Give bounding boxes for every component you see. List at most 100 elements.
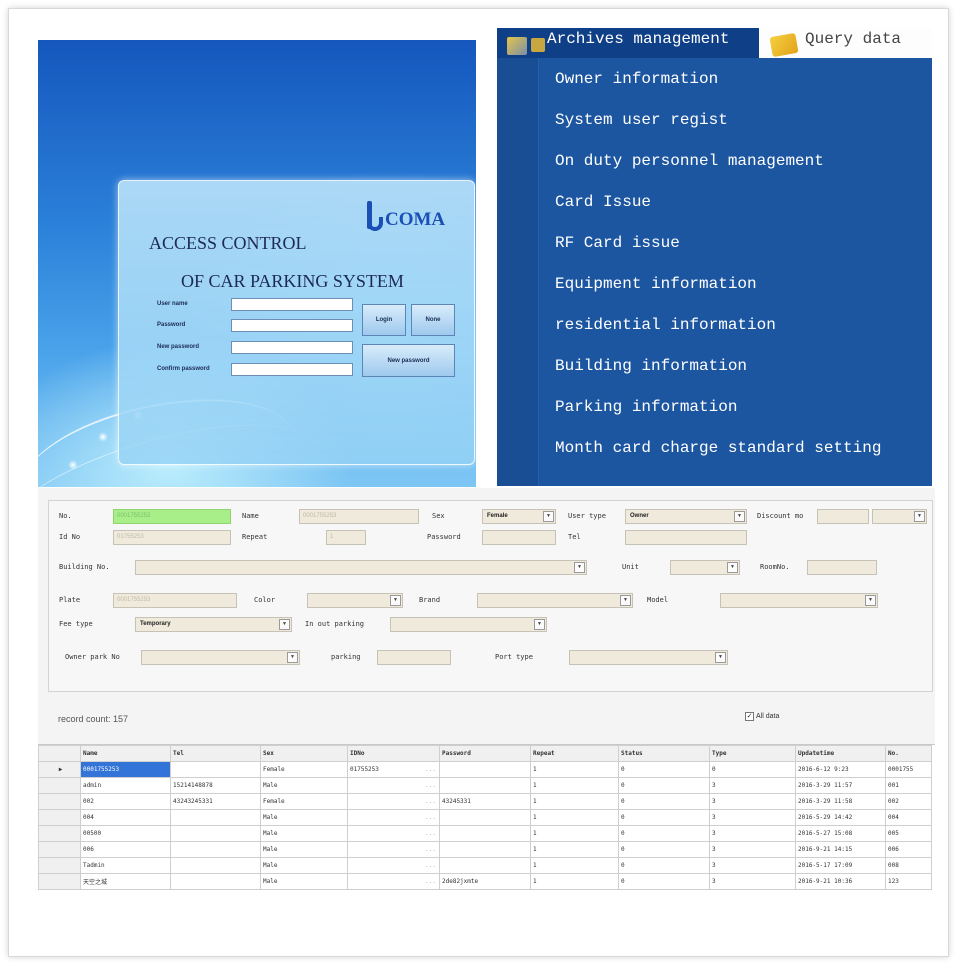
column-header[interactable]: Tel <box>170 745 261 762</box>
model-select[interactable]: ▼ <box>720 593 878 608</box>
table-cell[interactable]: Male <box>260 809 348 826</box>
table-cell[interactable]: 005 <box>885 825 932 842</box>
owner-park-no-select[interactable]: ▼ <box>141 650 300 665</box>
menu-item-building-information[interactable]: Building information <box>555 357 881 398</box>
ellipsis-icon[interactable]: ... <box>425 878 436 885</box>
ellipsis-icon[interactable]: ... <box>425 766 436 773</box>
table-cell[interactable]: 1 <box>530 857 619 874</box>
table-cell[interactable]: 0001755 <box>885 761 932 778</box>
row-header[interactable] <box>38 809 81 826</box>
table-row[interactable]: Tadmin Male... 1 0 3 2016-5-17 17:09 008 <box>38 857 932 874</box>
table-cell[interactable]: 01755253... <box>347 761 440 778</box>
column-header[interactable]: Repeat <box>530 745 619 762</box>
table-cell[interactable]: 43245331 <box>439 793 531 810</box>
tab-archives-management[interactable]: Archives management <box>497 28 759 58</box>
column-header[interactable]: IDNo <box>347 745 440 762</box>
table-cell[interactable]: 天空之城 <box>80 873 171 890</box>
table-cell[interactable] <box>170 841 261 858</box>
table-cell[interactable]: 15214148878 <box>170 777 261 794</box>
table-cell[interactable]: ... <box>347 873 440 890</box>
table-cell[interactable]: 0 <box>709 761 796 778</box>
table-cell[interactable]: 1 <box>530 873 619 890</box>
port-type-select[interactable]: ▼ <box>569 650 728 665</box>
table-cell[interactable]: Male <box>260 841 348 858</box>
table-cell[interactable]: 3 <box>709 841 796 858</box>
table-cell[interactable]: ... <box>347 809 440 826</box>
menu-item-system-user-regist[interactable]: System user regist <box>555 111 881 152</box>
menu-item-on-duty-personnel[interactable]: On duty personnel management <box>555 152 881 193</box>
building-no-select[interactable]: ▼ <box>135 560 587 575</box>
column-header[interactable]: Type <box>709 745 796 762</box>
table-row[interactable]: ▶ 0001755253 Female 01755253... 1 0 0 2016-6-12… <box>38 761 932 778</box>
ellipsis-icon[interactable]: ... <box>425 830 436 837</box>
no-input[interactable]: 0001755253 <box>113 509 231 524</box>
row-header[interactable] <box>38 777 81 794</box>
table-cell[interactable]: Male <box>260 825 348 842</box>
table-cell[interactable]: Male <box>260 873 348 890</box>
room-no-input[interactable] <box>807 560 877 575</box>
table-cell[interactable]: 1 <box>530 777 619 794</box>
table-row[interactable]: admin 15214148878 Male... 1 0 3 2016-3-29 11:5… <box>38 777 932 794</box>
table-row[interactable]: 00500 Male... 1 0 3 2016-5-27 15:08 005 <box>38 825 932 842</box>
parking-input[interactable] <box>377 650 451 665</box>
menu-item-month-card-charge[interactable]: Month card charge standard setting <box>555 439 881 480</box>
table-cell[interactable] <box>170 761 261 778</box>
table-cell[interactable]: 2016-3-29 11:58 <box>795 793 886 810</box>
table-cell[interactable]: 2016-6-12 9:23 <box>795 761 886 778</box>
name-input[interactable]: 0001755253 <box>299 509 419 524</box>
password-input[interactable] <box>231 319 353 332</box>
table-cell[interactable]: 1 <box>530 761 619 778</box>
table-cell[interactable]: 0 <box>618 857 710 874</box>
table-cell[interactable]: 0 <box>618 761 710 778</box>
table-cell[interactable] <box>439 825 531 842</box>
column-header[interactable]: Password <box>439 745 531 762</box>
table-cell[interactable]: Female <box>260 793 348 810</box>
all-data-checkbox[interactable]: ✓ <box>745 712 754 721</box>
confirm-password-input[interactable] <box>231 363 353 376</box>
sex-select[interactable]: Female ▼ <box>482 509 556 524</box>
table-cell[interactable]: 43243245331 <box>170 793 261 810</box>
column-header[interactable]: Name <box>80 745 171 762</box>
row-header[interactable] <box>38 825 81 842</box>
in-out-parking-select[interactable]: ▼ <box>390 617 547 632</box>
ellipsis-icon[interactable]: ... <box>425 782 436 789</box>
menu-item-parking-information[interactable]: Parking information <box>555 398 881 439</box>
table-row[interactable]: 002 43243245331 Female... 43245331 1 0 3 2016-3… <box>38 793 932 810</box>
table-cell[interactable] <box>170 857 261 874</box>
table-cell[interactable]: 3 <box>709 873 796 890</box>
plate-input[interactable]: 0001755253 <box>113 593 237 608</box>
table-cell[interactable]: 2016-5-29 14:42 <box>795 809 886 826</box>
all-data-toggle[interactable]: ✓ All data <box>745 712 779 721</box>
table-row[interactable]: 006 Male... 1 0 3 2016-9-21 14:15 006 <box>38 841 932 858</box>
row-header[interactable] <box>38 841 81 858</box>
user-type-select[interactable]: Owner ▼ <box>625 509 747 524</box>
current-row-indicator-icon[interactable]: ▶ <box>38 761 81 778</box>
table-cell[interactable]: 006 <box>885 841 932 858</box>
table-cell[interactable] <box>170 825 261 842</box>
table-cell[interactable]: 1 <box>530 825 619 842</box>
table-cell[interactable]: Female <box>260 761 348 778</box>
ellipsis-icon[interactable]: ... <box>425 846 436 853</box>
table-cell[interactable]: 2de82jxmte <box>439 873 531 890</box>
table-cell[interactable]: 006 <box>80 841 171 858</box>
table-cell[interactable] <box>439 761 531 778</box>
username-input[interactable] <box>231 298 353 311</box>
table-cell[interactable]: ... <box>347 793 440 810</box>
table-row[interactable]: 004 Male... 1 0 3 2016-5-29 14:42 004 <box>38 809 932 826</box>
table-cell[interactable]: 123 <box>885 873 932 890</box>
column-header[interactable]: Sex <box>260 745 348 762</box>
table-cell[interactable]: 0 <box>618 873 710 890</box>
table-cell[interactable]: 004 <box>80 809 171 826</box>
table-cell[interactable]: 0 <box>618 793 710 810</box>
ellipsis-icon[interactable]: ... <box>425 798 436 805</box>
menu-item-owner-information[interactable]: Owner information <box>555 70 881 111</box>
table-cell[interactable]: 0 <box>618 809 710 826</box>
table-cell[interactable]: 0 <box>618 777 710 794</box>
table-cell[interactable]: 3 <box>709 825 796 842</box>
table-cell[interactable]: 2016-5-17 17:09 <box>795 857 886 874</box>
unit-select[interactable]: ▼ <box>670 560 740 575</box>
row-header[interactable] <box>38 873 81 890</box>
table-cell[interactable]: 1 <box>530 793 619 810</box>
table-row[interactable]: 天空之城 Male... 2de82jxmte 1 0 3 2016-9-21 10:36 1… <box>38 873 932 890</box>
table-cell[interactable]: 1 <box>530 841 619 858</box>
